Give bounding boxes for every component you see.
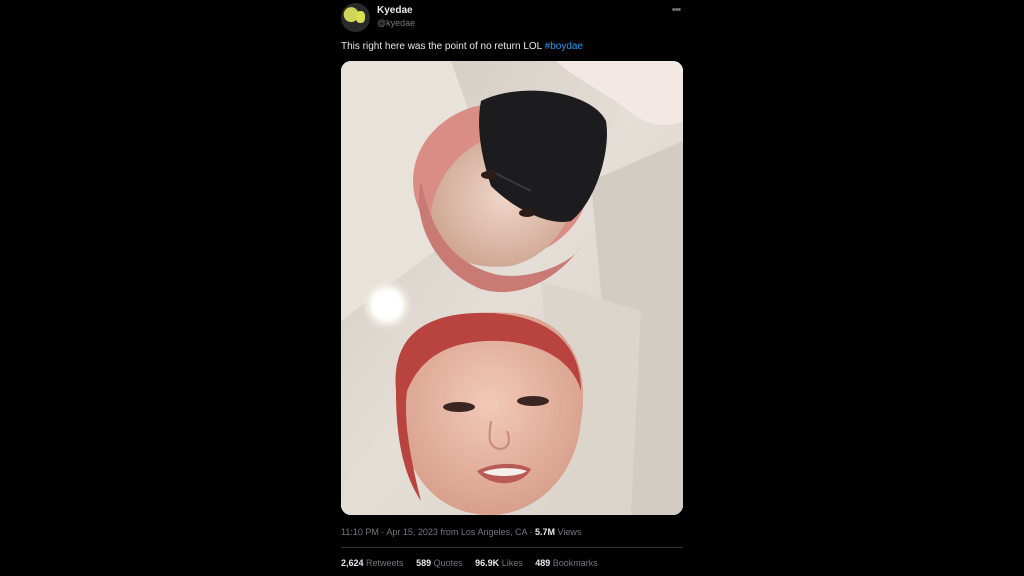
stat-likes[interactable]: 96.9K Likes [475,558,523,568]
stat-number: 96.9K [475,558,500,568]
author-names: Kyedae @kyedae [377,4,415,29]
hashtag-link[interactable]: #boydae [545,41,583,52]
views-label: Views [554,527,582,537]
stat-number: 2,624 [341,558,364,568]
tweet-header: Kyedae @kyedae ••• [341,3,683,33]
tweet-meta: 11:10 PM · Apr 15, 2023 from Los Angeles… [341,527,581,537]
tweet-date[interactable]: Apr 15, 2023 [386,527,438,537]
stat-number: 489 [535,558,551,568]
tweet: Kyedae @kyedae ••• This right here was t… [341,0,683,576]
stat-retweets[interactable]: 2,624 Retweets [341,558,404,568]
tweet-location: from Los Angeles, CA [437,527,527,537]
stat-number: 589 [416,558,432,568]
meta-separator: · [526,527,535,537]
tweet-text: This right here was the point of no retu… [341,41,583,52]
divider [341,547,683,548]
views-count[interactable]: 5.7M [535,527,555,537]
stat-label: Quotes [431,558,463,568]
display-name[interactable]: Kyedae [377,4,415,17]
avatar[interactable] [341,3,370,32]
stat-quotes[interactable]: 589 Quotes [416,558,463,568]
photo-illustration [341,61,683,515]
stat-label: Retweets [363,558,404,568]
tweet-time[interactable]: 11:10 PM [341,527,379,537]
tweet-body: This right here was the point of no retu… [341,41,545,52]
stat-label: Bookmarks [550,558,598,568]
tweet-photo[interactable] [341,61,683,515]
stat-bookmarks[interactable]: 489 Bookmarks [535,558,598,568]
more-horizontal-icon[interactable]: ••• [669,5,683,17]
avatar-detail [356,11,365,23]
tweet-stats: 2,624 Retweets 589 Quotes 96.9K Likes 48… [341,558,608,568]
stat-label: Likes [499,558,523,568]
user-handle[interactable]: @kyedae [377,17,415,29]
